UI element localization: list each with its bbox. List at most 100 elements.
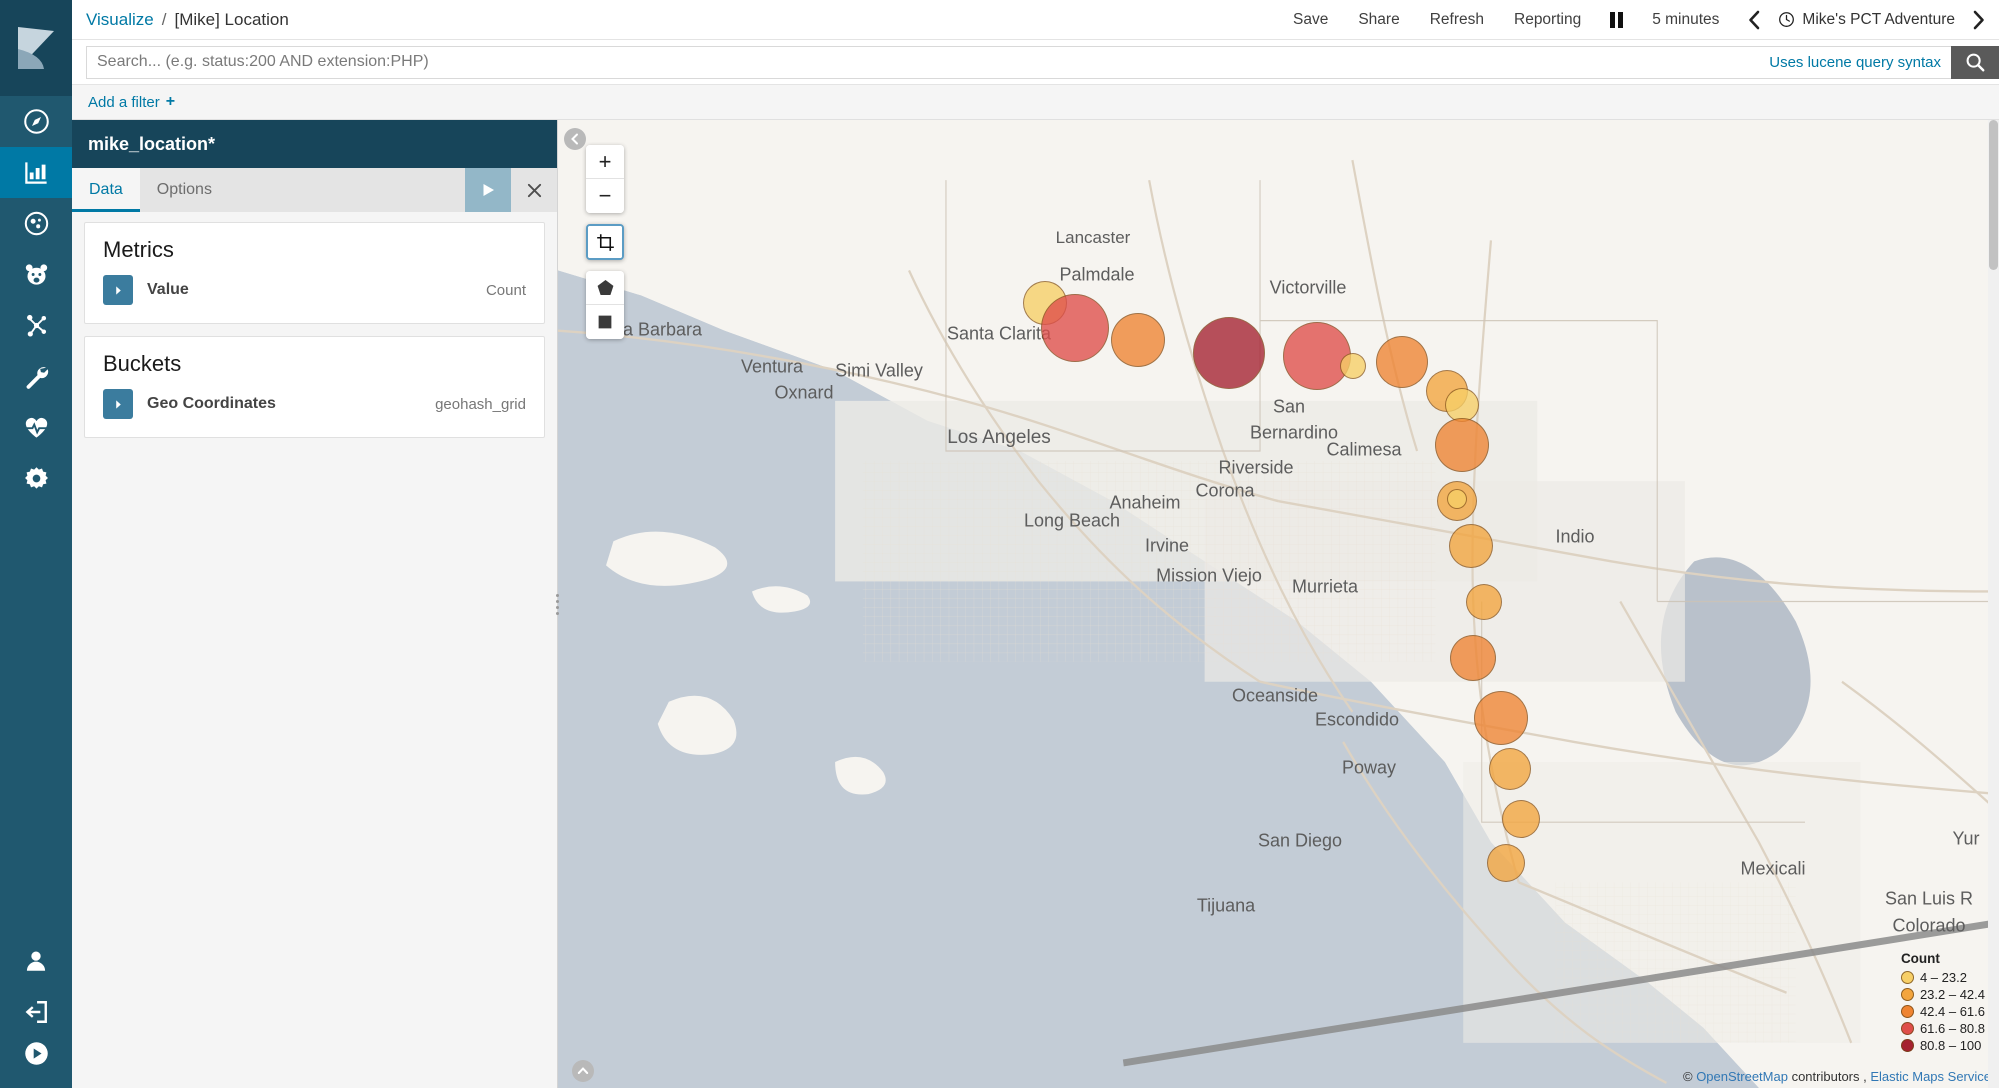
geohash-circle[interactable] — [1435, 418, 1489, 472]
geohash-circle[interactable] — [1376, 336, 1428, 388]
reporting-button[interactable]: Reporting — [1499, 0, 1596, 40]
time-range-picker[interactable]: Mike's PCT Adventure — [1774, 11, 1959, 29]
bucket-expand-toggle[interactable] — [103, 389, 133, 419]
search-icon — [1966, 53, 1985, 72]
visualization-body: mike_location* Data Options Metrics Valu… — [72, 120, 1999, 1088]
top-nav-actions: Save Share Refresh Reporting 5 minutes M… — [1278, 0, 1999, 39]
query-bar: Uses lucene query syntax — [72, 40, 1999, 85]
geohash-circle[interactable] — [1466, 584, 1502, 620]
refresh-interval-label[interactable]: 5 minutes — [1637, 0, 1734, 40]
geohash-circle[interactable] — [1502, 800, 1540, 838]
legend-row: 23.2 – 42.4 — [1900, 986, 1985, 1003]
vertical-scrollbar[interactable] — [1988, 120, 1999, 1088]
chevron-left-circle-icon — [571, 133, 578, 145]
map-label: Simi Valley — [835, 360, 923, 381]
bucket-agg-row[interactable]: Geo Coordinates geohash_grid — [103, 389, 526, 419]
panel-resize-handle[interactable] — [549, 584, 565, 624]
sidebar-item-user[interactable] — [0, 935, 72, 986]
metrics-group: Metrics Value Count — [84, 222, 545, 324]
geohash-circle[interactable] — [1041, 294, 1109, 362]
breadcrumb-visualize[interactable]: Visualize — [86, 10, 154, 30]
search-submit-button[interactable] — [1951, 45, 1999, 79]
geohash-circle[interactable] — [1489, 748, 1531, 790]
tab-options[interactable]: Options — [140, 168, 229, 212]
breadcrumb-current: [Mike] Location — [174, 9, 289, 29]
sidebar-item-monitoring[interactable] — [0, 402, 72, 453]
metrics-heading: Metrics — [103, 237, 174, 262]
fit-bounds-button[interactable] — [588, 226, 622, 258]
metric-type: Count — [485, 281, 526, 299]
refresh-button[interactable]: Refresh — [1415, 0, 1499, 40]
geo-map-visualization[interactable]: + − Lancaster Palmdale Victorville Santa… — [557, 120, 1999, 1088]
sidebar-item-collapse[interactable] — [0, 1037, 72, 1088]
draw-polygon-button[interactable] — [586, 271, 624, 305]
geohash-circle[interactable] — [1487, 844, 1525, 882]
sidebar-item-discover[interactable] — [0, 96, 72, 147]
sidebar-item-visualize[interactable] — [0, 147, 72, 198]
legend-range-label: 42.4 – 61.6 — [1919, 1004, 1985, 1019]
geohash-circle[interactable] — [1340, 353, 1366, 379]
geohash-circle[interactable] — [1193, 317, 1265, 389]
logout-icon — [25, 1000, 47, 1023]
apply-changes-button[interactable] — [465, 168, 511, 212]
buckets-heading: Buckets — [103, 351, 182, 376]
sidebar-item-dev-tools[interactable] — [0, 351, 72, 402]
sidebar-item-logout[interactable] — [0, 986, 72, 1037]
draw-rectangle-button[interactable] — [586, 305, 624, 339]
sidebar-item-dashboard[interactable] — [0, 198, 72, 249]
search-input[interactable] — [87, 46, 1770, 78]
openstreetmap-link[interactable]: OpenStreetMap — [1696, 1069, 1788, 1084]
top-navigation-bar: Visualize / [Mike] Location Save Share R… — [72, 0, 1999, 40]
sidebar-item-timelion[interactable] — [0, 249, 72, 300]
global-nav — [0, 0, 72, 1088]
editor-tabs: Data Options — [72, 168, 557, 212]
legend-row: 61.6 – 80.8 — [1900, 1020, 1985, 1037]
heartbeat-icon — [25, 417, 47, 438]
add-filter-button[interactable]: Add a filter + — [88, 93, 175, 111]
geohash-circle[interactable] — [1450, 635, 1496, 681]
legend-color-swatch — [1900, 1005, 1914, 1018]
geohash-circle[interactable] — [1111, 313, 1165, 367]
chevron-right-icon — [115, 285, 121, 295]
scrollbar-thumb[interactable] — [1989, 120, 1998, 270]
lucene-syntax-link[interactable]: Uses lucene query syntax — [1769, 54, 1951, 71]
geohash-circle[interactable] — [1447, 489, 1467, 509]
pause-auto-refresh-button[interactable] — [1596, 0, 1637, 39]
editor-tab-actions — [465, 168, 557, 212]
pause-icon — [1610, 11, 1624, 28]
zoom-out-button[interactable]: − — [586, 179, 624, 213]
geohash-circle[interactable] — [1445, 388, 1479, 422]
draw-control-group — [586, 271, 624, 339]
time-prev-button[interactable] — [1734, 0, 1774, 39]
map-label: Poway — [1341, 757, 1397, 778]
tab-data[interactable]: Data — [72, 168, 140, 212]
map-label: Victorville — [1269, 277, 1347, 298]
geohash-circle[interactable] — [1283, 322, 1351, 390]
discard-changes-button[interactable] — [511, 168, 557, 212]
play-circle-icon — [24, 1042, 48, 1065]
close-icon — [527, 183, 541, 197]
geohash-circle[interactable] — [1474, 691, 1528, 745]
zoom-in-button[interactable]: + — [586, 145, 624, 179]
metric-expand-toggle[interactable] — [103, 275, 133, 305]
elastic-maps-service-link[interactable]: Elastic Maps Service — [1870, 1069, 1991, 1084]
geohash-circle[interactable] — [1449, 524, 1493, 568]
metric-agg-row[interactable]: Value Count — [103, 275, 526, 305]
time-range-label: Mike's PCT Adventure — [1802, 10, 1955, 28]
map-label: Irvine — [1144, 535, 1190, 556]
map-label: Palmdale — [1059, 264, 1135, 285]
save-button[interactable]: Save — [1278, 0, 1343, 40]
chevron-left-icon — [1749, 10, 1760, 29]
compass-icon — [23, 109, 49, 134]
map-label: San Luis R — [1884, 888, 1974, 909]
sidebar-item-graph[interactable] — [0, 300, 72, 351]
collapse-editor-button[interactable] — [564, 128, 586, 150]
legend-range-label: 4 – 23.2 — [1919, 970, 1967, 985]
crop-icon — [596, 233, 614, 251]
add-filter-label: Add a filter — [88, 93, 160, 111]
collapse-bottom-button[interactable] — [572, 1060, 594, 1082]
share-button[interactable]: Share — [1343, 0, 1414, 40]
time-next-button[interactable] — [1959, 0, 1999, 39]
sidebar-item-management[interactable] — [0, 453, 72, 504]
kibana-logo[interactable] — [0, 0, 72, 96]
